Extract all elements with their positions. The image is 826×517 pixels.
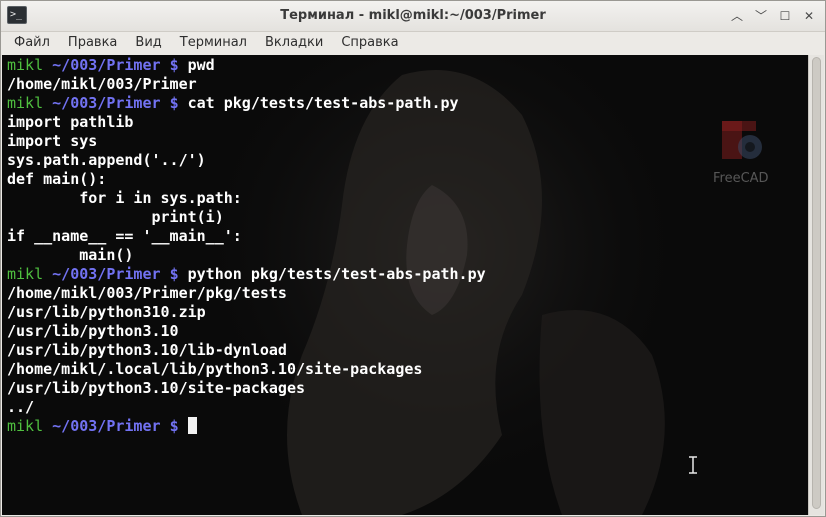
menu-help[interactable]: Справка [332,32,407,54]
prompt-path: ~/003/Primer [52,94,161,112]
prompt-sign: $ [169,94,179,112]
prompt-line: mikl ~/003/Primer $ pwd [7,56,486,75]
output-line: /home/mikl/003/Primer [7,75,197,93]
window-title: Терминал - mikl@mikl:~/003/Primer [280,8,546,23]
output-line: /usr/lib/python3.10/site-packages [7,379,306,397]
output-line: main() [7,246,134,264]
output-line: print(i) [7,208,224,226]
close-button[interactable]: ✕ [799,6,819,26]
output-line: /home/mikl/003/Primer/pkg/tests [7,284,287,302]
prompt-sign: $ [169,265,179,283]
prompt-user: mikl [7,265,44,283]
maximize-button[interactable]: ☐ [775,6,795,26]
restore-button[interactable]: ﹀ [751,6,771,26]
prompt-user: mikl [7,417,44,435]
minimize-button[interactable]: ︿ [727,6,747,26]
prompt-line: mikl ~/003/Primer $ python pkg/tests/tes… [7,265,486,284]
terminal-area[interactable]: mikl ~/003/Primer $ pwd/home/mikl/003/Pr… [2,55,808,515]
output-line: ../ [7,398,35,416]
prompt-sign: $ [169,56,179,74]
prompt-sign: $ [169,417,179,435]
output-line: sys.path.append('../') [7,151,206,169]
menu-terminal[interactable]: Терминал [171,32,256,54]
menu-view[interactable]: Вид [126,32,170,54]
prompt-user: mikl [7,56,44,74]
output-line: /usr/lib/python3.10/lib-dynload [7,341,287,359]
terminal-scrollbar[interactable] [808,55,824,515]
prompt-path: ~/003/Primer [52,417,161,435]
terminal-output: mikl ~/003/Primer $ pwd/home/mikl/003/Pr… [7,56,486,436]
window-controls: ︿ ﹀ ☐ ✕ [727,6,819,26]
scrollbar-thumb[interactable] [812,57,821,509]
menu-bar: Файл Правка Вид Терминал Вкладки Справка [1,32,825,54]
freecad-label: FreeCAD [713,171,769,186]
command-text: cat pkg/tests/test-abs-path.py [187,94,459,112]
output-line: for i in sys.path: [7,189,242,207]
terminal-window: >_ Терминал - mikl@mikl:~/003/Primer ︿ ﹀… [0,0,826,517]
mouse-ibeam-cursor [689,456,697,474]
output-line: /usr/lib/python3.10 [7,322,179,340]
output-line: def main(): [7,170,107,188]
prompt-line: mikl ~/003/Primer $ [7,417,486,436]
menu-file[interactable]: Файл [5,32,59,54]
prompt-line: mikl ~/003/Primer $ cat pkg/tests/test-a… [7,94,486,113]
output-line: /home/mikl/.local/lib/python3.10/site-pa… [7,360,423,378]
prompt-path: ~/003/Primer [52,265,161,283]
command-text: python pkg/tests/test-abs-path.py [187,265,486,283]
prompt-user: mikl [7,94,44,112]
output-line: import sys [7,132,98,150]
output-line: if __name__ == '__main__': [7,227,242,245]
menu-tabs[interactable]: Вкладки [256,32,332,54]
title-bar[interactable]: >_ Терминал - mikl@mikl:~/003/Primer ︿ ﹀… [1,1,825,32]
text-cursor [187,417,197,434]
output-line: import pathlib [7,113,134,131]
menu-edit[interactable]: Правка [59,32,126,54]
prompt-path: ~/003/Primer [52,56,161,74]
output-line: /usr/lib/python310.zip [7,303,206,321]
command-text: pwd [187,56,215,74]
